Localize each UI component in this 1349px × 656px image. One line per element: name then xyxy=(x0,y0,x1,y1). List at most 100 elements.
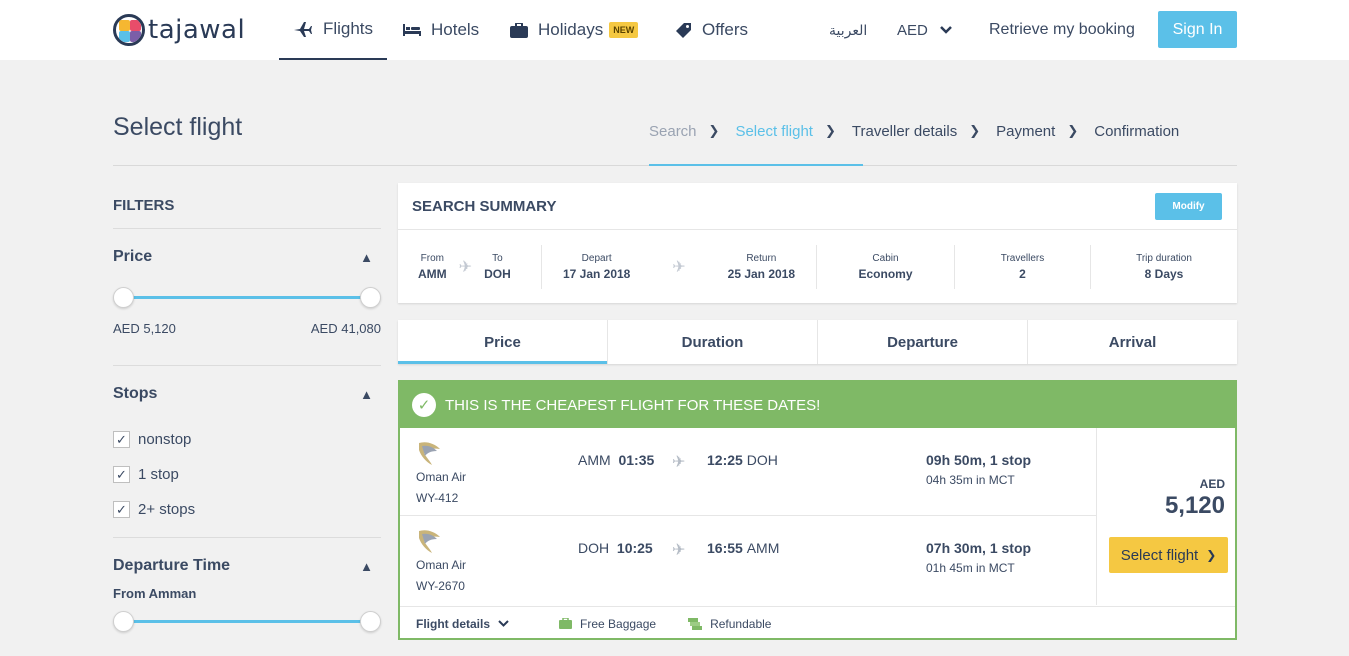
departure-time-filter: Departure Time ▲ From Amman xyxy=(113,538,381,635)
airplane-icon xyxy=(293,22,312,37)
nav-offers[interactable]: Offers xyxy=(675,0,748,60)
stops-two-plus-checkbox[interactable]: ✓ 2+ stops xyxy=(113,492,381,527)
stops-nonstop-label: nonstop xyxy=(138,431,192,448)
destination-code: DOH xyxy=(746,452,778,468)
departure-info: DOH 10:25 xyxy=(578,540,653,556)
nav-holidays-label: Holidays xyxy=(538,20,604,39)
route-cell: From AMM ✈ To DOH xyxy=(398,244,542,289)
travellers-value: 2 xyxy=(1019,266,1026,281)
search-summary-details: From AMM ✈ To DOH Depart 17 Jan 2018 ✈ R… xyxy=(398,230,1237,303)
departure-time-filter-title: Departure Time xyxy=(113,557,231,574)
language-switch[interactable]: العربية xyxy=(829,0,867,60)
airplane-icon: ✈ xyxy=(672,258,686,276)
top-navigation: tajawal Flights Hotels Holidays NEW Offe… xyxy=(0,0,1349,60)
price-filter-header[interactable]: Price ▲ xyxy=(113,229,381,285)
flight-legs: Oman Air WY-412 AMM 01:35 ✈ 12:25 DOH 09… xyxy=(400,428,1096,604)
retrieve-booking-link[interactable]: Retrieve my booking xyxy=(989,0,1135,60)
stops-one-label: 1 stop xyxy=(138,466,179,483)
chevron-right-icon: ❯ xyxy=(1067,123,1079,138)
step-search[interactable]: Search ❯ xyxy=(649,112,735,150)
stops-one-checkbox[interactable]: ✓ 1 stop xyxy=(113,457,381,492)
nav-hotels[interactable]: Hotels xyxy=(403,0,479,60)
travellers-label: Travellers xyxy=(1000,252,1045,264)
cabin-value: Economy xyxy=(858,266,913,281)
price-filter-title: Price xyxy=(113,248,153,265)
price-slider[interactable] xyxy=(113,285,381,311)
stops-two-plus-label: 2+ stops xyxy=(138,501,196,518)
sign-in-button[interactable]: Sign In xyxy=(1158,11,1237,48)
price-slider-max-handle[interactable] xyxy=(360,287,381,308)
tab-departure[interactable]: Departure xyxy=(818,320,1028,364)
arrival-time: 16:55 xyxy=(707,540,743,556)
sort-tabs: Price Duration Departure Arrival xyxy=(398,320,1237,364)
refundable-feature: Refundable xyxy=(688,617,771,631)
price-slider-track xyxy=(123,296,371,299)
cabin-cell: Cabin Economy xyxy=(817,244,955,289)
from-value: AMM xyxy=(418,266,447,281)
to-label: To xyxy=(492,252,503,264)
tab-arrival[interactable]: Arrival xyxy=(1028,320,1237,364)
flight-number: WY-412 xyxy=(416,491,459,505)
price-box: AED 5,120 Select flight ❯ xyxy=(1096,428,1235,605)
departure-slider-min-handle[interactable] xyxy=(113,611,134,632)
nav-flights[interactable]: Flights xyxy=(279,0,387,60)
step-search-label: Search xyxy=(649,122,697,140)
to-value: DOH xyxy=(484,266,511,281)
departure-slider-max-handle[interactable] xyxy=(360,611,381,632)
select-flight-button[interactable]: Select flight ❯ xyxy=(1109,537,1228,573)
airline-name: Oman Air xyxy=(416,558,467,572)
flight-details-toggle[interactable]: Flight details xyxy=(416,617,509,631)
chevron-up-icon: ▲ xyxy=(360,249,373,265)
stops-filter: Stops ▲ ✓ nonstop ✓ 1 stop ✓ 2+ stops xyxy=(113,366,381,538)
active-step-indicator xyxy=(649,164,863,166)
price-max-label: AED 41,080 xyxy=(310,321,381,336)
arrival-time: 12:25 xyxy=(707,452,743,468)
layover-info: 01h 45m in MCT xyxy=(926,561,1015,575)
step-select-flight: Select flight ❯ xyxy=(735,112,851,150)
step-confirmation: Confirmation xyxy=(1094,112,1179,150)
chevron-up-icon: ▲ xyxy=(360,386,373,402)
chevron-right-icon: ❯ xyxy=(1206,548,1217,562)
departure-time-slider[interactable] xyxy=(113,609,381,635)
origin-code: DOH xyxy=(578,540,610,556)
search-summary: SEARCH SUMMARY Modify From AMM ✈ To DOH … xyxy=(398,183,1237,303)
search-summary-title: SEARCH SUMMARY xyxy=(412,197,557,215)
arrival-info: 16:55 AMM xyxy=(707,540,779,556)
stops-nonstop-checkbox[interactable]: ✓ nonstop xyxy=(113,422,381,457)
nav-holidays[interactable]: Holidays NEW xyxy=(510,0,639,60)
baggage-icon xyxy=(559,618,573,629)
price-slider-min-handle[interactable] xyxy=(113,287,134,308)
tajawal-logo[interactable]: tajawal xyxy=(113,14,245,46)
result-footer: Flight details Free Baggage Refundable xyxy=(400,606,1235,640)
chevron-right-icon: ❯ xyxy=(708,123,720,138)
airline-name: Oman Air xyxy=(416,470,467,484)
chevron-down-icon xyxy=(498,620,509,627)
logo-mark-icon xyxy=(113,14,145,46)
depart-value: 17 Jan 2018 xyxy=(562,266,631,281)
oman-air-logo-icon xyxy=(419,442,440,465)
return-leg: Oman Air WY-2670 DOH 10:25 ✈ 16:55 AMM 0… xyxy=(400,516,1096,604)
chevron-down-icon xyxy=(939,26,952,34)
step-payment: Payment ❯ xyxy=(996,112,1094,150)
price-range-labels: AED 5,120 AED 41,080 xyxy=(113,321,381,365)
airplane-icon: ✈ xyxy=(458,258,473,276)
departure-info: AMM 01:35 xyxy=(578,452,654,468)
page-title: Select flight xyxy=(113,113,243,141)
currency-selector[interactable]: AED xyxy=(897,0,952,60)
chevron-right-icon: ❯ xyxy=(824,123,836,138)
from-label: From xyxy=(420,252,444,264)
tab-price[interactable]: Price xyxy=(398,320,608,364)
layover-info: 04h 35m in MCT xyxy=(926,473,1015,487)
select-flight-label: Select flight xyxy=(1120,546,1199,564)
travellers-cell: Travellers 2 xyxy=(955,244,1091,289)
departure-slider-track xyxy=(123,620,371,623)
bed-icon xyxy=(403,24,421,36)
arrival-info: 12:25 DOH xyxy=(707,452,778,468)
tab-duration[interactable]: Duration xyxy=(608,320,818,364)
brand-name: tajawal xyxy=(148,15,246,45)
flight-duration: 09h 50m, 1 stop xyxy=(926,452,1032,468)
trip-duration-cell: Trip duration 8 Days xyxy=(1091,245,1237,289)
modify-button[interactable]: Modify xyxy=(1155,192,1222,220)
search-summary-header: SEARCH SUMMARY Modify xyxy=(398,183,1237,230)
stops-filter-header[interactable]: Stops ▲ xyxy=(113,366,381,422)
